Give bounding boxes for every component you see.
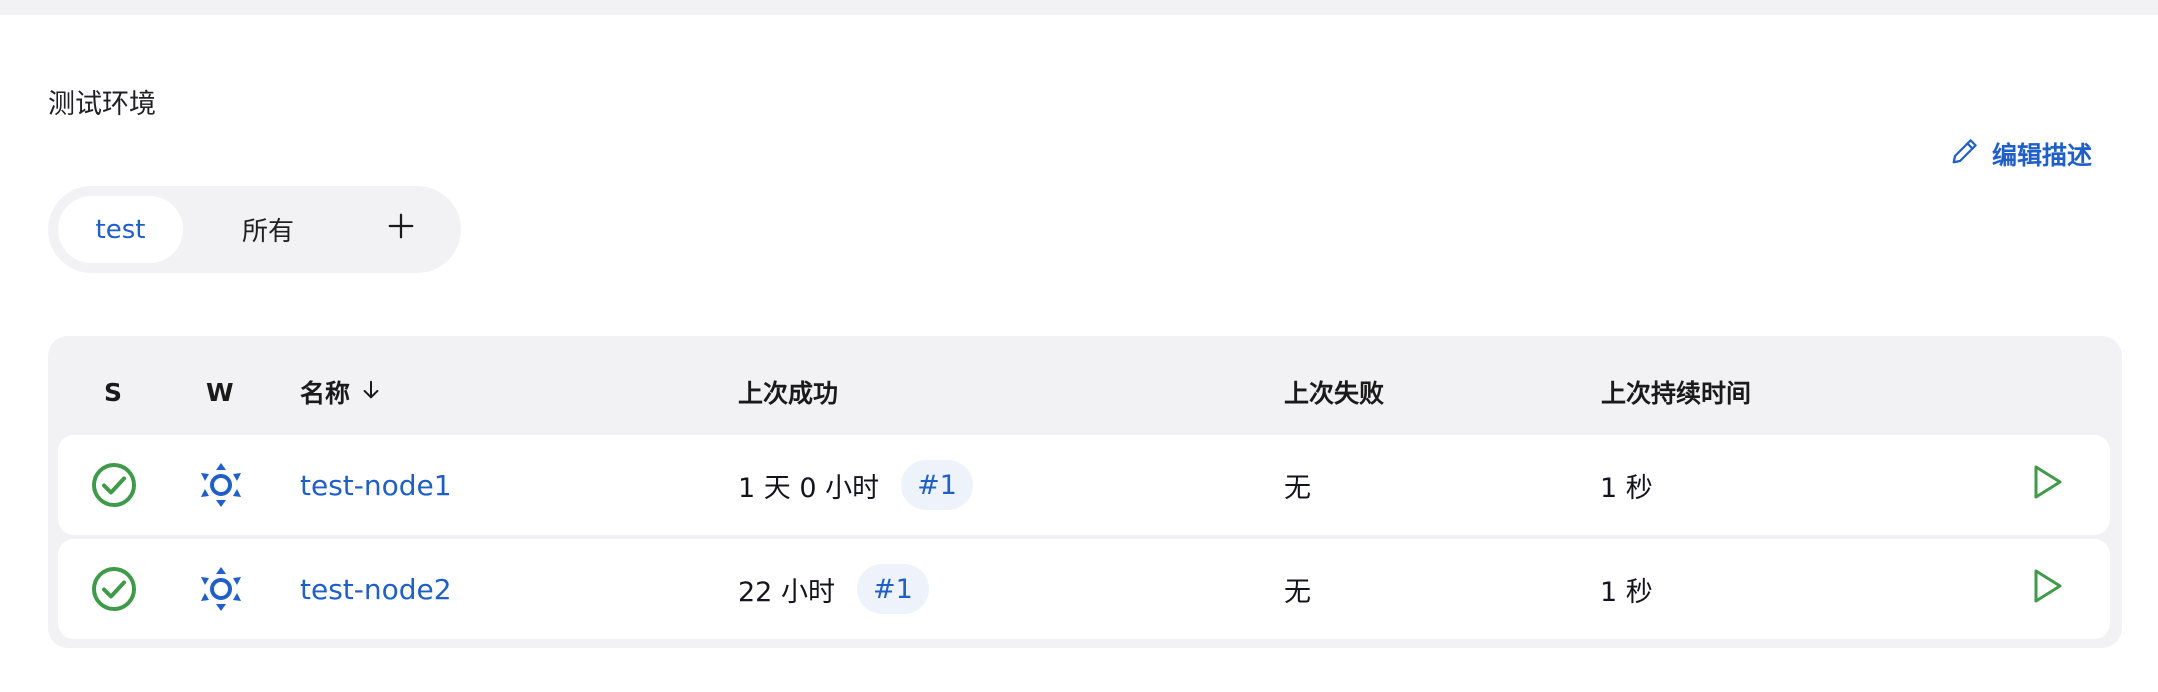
build-link[interactable]: #1 (901, 460, 973, 510)
edit-description-button[interactable]: 编辑描述 (1950, 136, 2092, 172)
sunny-weather-icon (198, 435, 244, 535)
last-duration-cell: 1 秒 (1600, 576, 1653, 608)
build-link[interactable]: #1 (856, 564, 929, 614)
play-icon (2028, 463, 2066, 508)
header-last-success[interactable]: 上次成功 (738, 372, 838, 412)
last-success-cell: 1 天 0 小时 #1 (738, 435, 973, 535)
header-name[interactable]: 名称 (300, 372, 382, 412)
tab-test[interactable]: test (58, 196, 183, 263)
top-bar (0, 0, 2158, 15)
pencil-icon (1950, 136, 1980, 172)
view-tabs: test 所有 (48, 186, 461, 273)
header-status[interactable]: S (104, 372, 122, 412)
last-success-cell: 22 小时 #1 (738, 539, 929, 639)
edit-description-label: 编辑描述 (1992, 141, 2093, 170)
add-view-button[interactable] (368, 196, 434, 263)
header-weather[interactable]: W (206, 372, 234, 412)
schedule-build-button[interactable] (2028, 435, 2068, 535)
table-row: test-node2 22 小时 #1 无 1 秒 (58, 539, 2110, 639)
job-link[interactable]: test-node2 (300, 539, 452, 639)
arrow-down-icon (360, 378, 382, 407)
last-failure-cell: 无 (1284, 576, 1311, 608)
job-link[interactable]: test-node1 (300, 435, 452, 535)
tab-all[interactable]: 所有 (213, 196, 323, 263)
sunny-weather-icon (198, 539, 244, 639)
schedule-build-button[interactable] (2028, 539, 2068, 639)
last-success-time: 22 小时 (738, 576, 835, 608)
header-last-duration[interactable]: 上次持续时间 (1601, 372, 1751, 412)
play-icon (2028, 567, 2066, 612)
success-status-icon (90, 539, 138, 639)
header-last-failure[interactable]: 上次失败 (1284, 372, 1384, 412)
last-success-time: 1 天 0 小时 (738, 472, 880, 504)
header-name-label: 名称 (300, 379, 351, 408)
view-description: 测试环境 (48, 89, 156, 120)
table-row: test-node1 1 天 0 小时 #1 无 1 秒 (58, 435, 2110, 535)
last-failure-cell: 无 (1284, 472, 1311, 504)
last-duration-cell: 1 秒 (1600, 472, 1653, 504)
plus-icon (386, 211, 416, 248)
jobs-table: S W 名称 上次成功 上次失败 上次持续时间 test-node1 1 天 0… (48, 336, 2122, 648)
success-status-icon (90, 435, 138, 535)
